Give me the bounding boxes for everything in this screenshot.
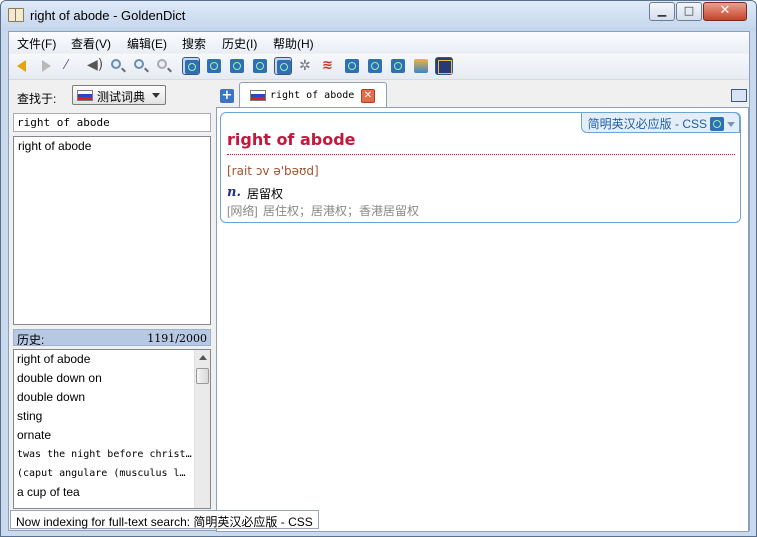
minimize-button[interactable]: ▁ [649, 2, 675, 21]
history-item[interactable]: sting [17, 409, 192, 423]
tab-right-of-abode[interactable]: right of abode ✕ [239, 82, 387, 108]
dictionary-toggle-6[interactable]: ≋ [320, 57, 338, 75]
history-list[interactable]: right of abode double down on double dow… [13, 349, 211, 509]
history-item[interactable]: double down on [17, 371, 192, 385]
gear-icon: ✲ [299, 58, 311, 74]
dictionary-name: 简明英汉必应版 - CSS [587, 117, 707, 131]
close-button[interactable]: ✕ [703, 2, 747, 21]
article-pane: + right of abode ✕ 简明英汉必应版 - CSS right o… [215, 81, 749, 532]
scan-popup-button[interactable]: ⁄ [63, 57, 81, 75]
image-icon [414, 59, 428, 73]
dictionary-icon [207, 59, 221, 73]
dictionary-icon [710, 117, 724, 131]
dictionary-title[interactable]: 简明英汉必应版 - CSS [580, 112, 740, 133]
pronounce-button[interactable]: ◀) [86, 57, 104, 75]
article-view: 简明英汉必应版 - CSS right of abode [rait ɔv ə'… [216, 107, 749, 532]
definition: 居留权 [247, 187, 284, 201]
history-scrollbar[interactable] [194, 350, 210, 508]
forward-button[interactable] [37, 57, 55, 75]
flag-icon [250, 90, 266, 101]
headword: right of abode [227, 130, 356, 149]
dictionary-toggle-3[interactable] [228, 57, 246, 75]
chevron-down-icon [152, 93, 160, 98]
window-title: right of abode - GoldenDict [30, 8, 186, 23]
status-bar: Now indexing for full-text search: 简明英汉必… [10, 510, 319, 529]
menu-file[interactable]: 文件(F) [17, 35, 56, 52]
dictionary-toggle-1[interactable] [182, 57, 200, 75]
dictionary-toggle-11[interactable] [435, 57, 453, 75]
dictionary-icon [185, 60, 199, 74]
zoom-in-button[interactable] [109, 57, 127, 75]
application-window: right of abode - GoldenDict ▁ □ ✕ 文件(F) … [0, 0, 757, 537]
tab-label: right of abode [270, 90, 355, 101]
search-pane: 查找于: 测试词典 right of abode 历史: 1191/2000 r… [9, 81, 215, 532]
dictionary-icon [230, 59, 244, 73]
dictionary-article: 简明英汉必应版 - CSS right of abode [rait ɔv ə'… [220, 112, 741, 223]
collapse-icon[interactable] [727, 122, 735, 127]
find-in-label: 查找于: [17, 92, 57, 106]
list-item[interactable]: right of abode [18, 139, 91, 153]
zoom-out-button[interactable] [132, 57, 150, 75]
menu-view[interactable]: 查看(V) [71, 35, 111, 52]
history-item[interactable]: double down [17, 390, 192, 404]
zoom-out-icon [134, 59, 144, 69]
history-item[interactable]: ornate [17, 428, 192, 442]
flag-icon [77, 90, 93, 101]
group-label: 测试词典 [97, 90, 146, 104]
book-dict-icon [438, 60, 452, 74]
search-input[interactable] [13, 113, 211, 132]
dictionary-group-select[interactable]: 测试词典 [72, 85, 166, 105]
menu-bar: 文件(F) 查看(V) 编辑(E) 搜索 历史(I) 帮助(H) [9, 32, 749, 53]
title-bar[interactable]: right of abode - GoldenDict ▁ □ ✕ [1, 1, 756, 31]
main-area: 文件(F) 查看(V) 编辑(E) 搜索 历史(I) 帮助(H) ⁄ ◀) ✲ … [8, 31, 750, 532]
wand-icon: ⁄ [65, 58, 68, 73]
zoom-reset-icon [157, 59, 167, 69]
menu-edit[interactable]: 编辑(E) [127, 35, 167, 52]
dictionary-icon [391, 59, 405, 73]
menu-history[interactable]: 历史(I) [222, 35, 257, 52]
dictionary-icon [277, 60, 291, 74]
menu-help[interactable]: 帮助(H) [273, 35, 314, 52]
waves-icon: ≋ [322, 58, 333, 73]
close-tab-icon[interactable]: ✕ [361, 89, 375, 103]
history-count: 1191/2000 [147, 332, 207, 345]
scroll-up-icon[interactable] [199, 355, 207, 360]
dictionary-toggle-10[interactable] [412, 57, 430, 75]
book-icon [8, 8, 24, 22]
new-tab-button[interactable]: + [220, 89, 234, 103]
history-item[interactable]: right of abode [17, 352, 192, 366]
back-icon [17, 60, 26, 72]
divider [227, 154, 735, 155]
part-of-speech: n. [227, 185, 241, 200]
dictionary-toggle-8[interactable] [366, 57, 384, 75]
history-item[interactable]: a cup of tea [17, 485, 192, 499]
tab-list-icon[interactable] [731, 89, 747, 102]
zoom-in-icon [111, 59, 121, 69]
dictionary-icon [368, 59, 382, 73]
history-header: 历史: 1191/2000 [13, 329, 211, 347]
back-button[interactable] [14, 57, 32, 75]
dictionary-toggle-7[interactable] [343, 57, 361, 75]
word-list[interactable]: right of abode [13, 136, 211, 325]
zoom-reset-button[interactable] [155, 57, 173, 75]
dictionary-icon [345, 59, 359, 73]
speaker-icon: ◀) [87, 57, 104, 73]
web-definitions: 居住权；居港权；香港居留权 [263, 204, 420, 218]
dictionary-icon [253, 59, 267, 73]
dictionary-toggle-2[interactable] [205, 57, 223, 75]
history-item[interactable]: (caput angulare (musculus l… [17, 468, 192, 479]
phonetic: [rait ɔv ə'bəʊd] [227, 164, 319, 178]
history-item[interactable]: twas the night before christ… [17, 449, 192, 460]
history-label: 历史: [17, 333, 45, 347]
toolbar: ⁄ ◀) ✲ ≋ [9, 54, 749, 80]
scroll-thumb[interactable] [196, 368, 209, 384]
menu-search[interactable]: 搜索 [182, 35, 206, 52]
forward-icon [42, 60, 51, 72]
web-tag: [网络] [227, 204, 258, 218]
dictionary-toggle-9[interactable] [389, 57, 407, 75]
maximize-button[interactable]: □ [676, 2, 702, 21]
settings-button[interactable]: ✲ [297, 57, 315, 75]
dictionary-toggle-4[interactable] [251, 57, 269, 75]
dictionary-toggle-5[interactable] [274, 57, 292, 75]
